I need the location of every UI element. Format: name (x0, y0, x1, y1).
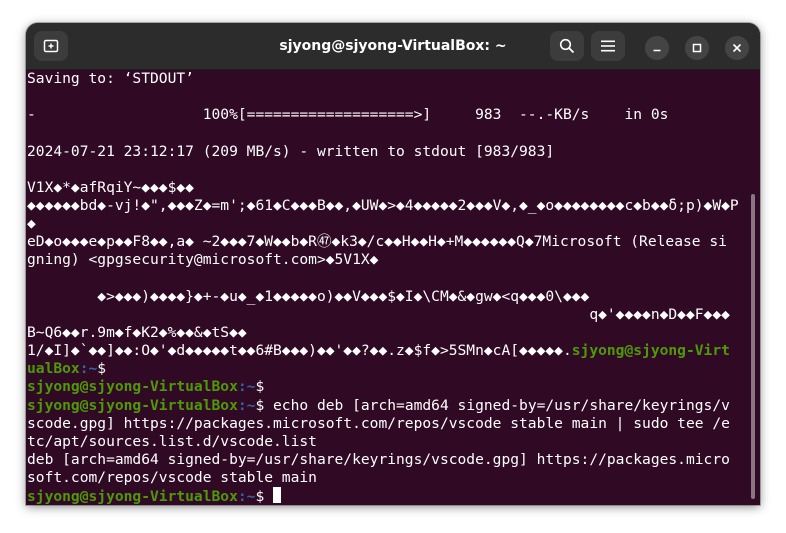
prompt-user-host: sjyong@sjyong-VirtualBox (27, 378, 238, 396)
line-text: ◆>◆◆◆)◆◆◆◆}◆+-◆u◆_◆1◆◆◆◆◆o)◆◆V◆◆◆$◆I◆\CM… (27, 287, 590, 305)
line-text: $ (97, 360, 107, 378)
terminal-line: gning) <gpgsecurity@microsoft.com>◆5V1X◆ (27, 251, 749, 269)
new-tab-button[interactable] (34, 31, 68, 61)
terminal-line: ualBox:~$ (27, 360, 749, 378)
terminal-line: B~Q6◆◆r.9m◆f◆K2◆%◆◆&◆tS◆◆ (27, 324, 749, 342)
new-tab-icon (43, 39, 59, 53)
terminal-line: V1X◆*◆afRqiY~◆◆◆$◆◆ (27, 179, 749, 197)
terminal-line: scode.gpg] https://packages.microsoft.co… (27, 415, 749, 433)
terminal-line: sjyong@sjyong-VirtualBox:~$ (27, 378, 749, 396)
terminal-line: tc/apt/sources.list.d/vscode.list (27, 433, 749, 451)
hamburger-menu-icon (601, 40, 615, 52)
terminal-line: - 100%[===================>] 983 --.-KB/… (27, 106, 749, 124)
line-text: $ (255, 488, 274, 505)
prompt-path: :~ (79, 360, 98, 378)
maximize-icon (692, 43, 702, 53)
prompt-path: :~ (237, 378, 256, 396)
terminal-line: 1/◆I]◆`◆◆]◆◆:O◆'◆d◆◆◆◆◆t◆◆6#B◆◆◆)◆◆'◆◆?◆… (27, 342, 749, 360)
line-text: Saving to: ‘STDOUT’ (27, 70, 194, 87)
prompt-user-host: sjyong@sjyong-VirtualBox (27, 396, 238, 414)
text-cursor (273, 487, 282, 504)
line-text: soft.com/repos/vscode stable main (27, 469, 317, 487)
line-text: $ echo deb [arch=amd64 signed-by=/usr/sh… (255, 396, 730, 414)
terminal-window: sjyong@sjyong-VirtualBox: ~ Saving to: ‘… (26, 23, 760, 505)
minimize-icon (653, 49, 661, 52)
line-text: 1/◆I]◆`◆◆]◆◆:O◆'◆d◆◆◆◆◆t◆◆6#B◆◆◆)◆◆'◆◆?◆… (27, 342, 572, 360)
prompt-path: :~ (237, 396, 256, 414)
line-text: tc/apt/sources.list.d/vscode.list (27, 432, 317, 450)
line-text: V1X◆*◆afRqiY~◆◆◆$◆◆ (27, 178, 194, 196)
terminal-line: eD◆o◆◆◆e◆p◆◆F8◆◆,a◆ ~2◆◆◆7◆W◆◆b◆R㊼◆k3◆/c… (27, 233, 749, 251)
terminal-line: sjyong@sjyong-VirtualBox:~$ echo deb [ar… (27, 397, 749, 415)
terminal-line: 2024-07-21 23:12:17 (209 MB/s) - written… (27, 143, 749, 161)
menu-button[interactable] (591, 31, 625, 61)
scrollbar[interactable] (751, 194, 755, 499)
window-title: sjyong@sjyong-VirtualBox: ~ (279, 38, 507, 54)
line-text: gning) <gpgsecurity@microsoft.com>◆5V1X◆ (27, 251, 379, 269)
line-text: deb [arch=amd64 signed-by=/usr/share/key… (27, 450, 730, 468)
terminal-line: ◆>◆◆◆)◆◆◆◆}◆+-◆u◆_◆1◆◆◆◆◆o)◆◆V◆◆◆$◆I◆\CM… (27, 288, 749, 306)
prompt-user-host: ualBox (27, 360, 80, 378)
terminal-lines: Saving to: ‘STDOUT’ - 100%[==============… (27, 70, 749, 505)
search-icon (559, 38, 575, 54)
maximize-button[interactable] (685, 36, 709, 60)
terminal-line: ◆◆◆◆◆◆bd◆-vj!◆",◆◆◆Z◆=m';◆61◆C◆◆◆B◆◆,◆UW… (27, 197, 749, 215)
terminal-line: soft.com/repos/vscode stable main (27, 469, 749, 487)
close-button[interactable] (725, 36, 749, 60)
prompt-path: :~ (237, 488, 256, 505)
terminal-line: ◆ (27, 215, 749, 233)
terminal-line: deb [arch=amd64 signed-by=/usr/share/key… (27, 451, 749, 469)
terminal-line: sjyong@sjyong-VirtualBox:~$ (27, 487, 749, 505)
line-text: scode.gpg] https://packages.microsoft.co… (27, 414, 730, 432)
line-text: - 100%[===================>] 983 --.-KB/… (27, 106, 669, 124)
search-button[interactable] (550, 31, 584, 61)
line-text: 2024-07-21 23:12:17 (209 MB/s) - written… (27, 142, 555, 160)
line-text: ◆◆◆◆◆◆bd◆-vj!◆",◆◆◆Z◆=m';◆61◆C◆◆◆B◆◆,◆UW… (27, 196, 739, 214)
title-bar[interactable]: sjyong@sjyong-VirtualBox: ~ (26, 23, 760, 70)
close-icon (732, 43, 742, 53)
line-text: $ (255, 378, 265, 396)
terminal-line: q◆'◆◆◆◆n◆D◆◆F◆◆◆ (27, 306, 749, 324)
prompt-user-host: sjyong@sjyong-VirtualBox (27, 488, 238, 505)
line-text: q◆'◆◆◆◆n◆D◆◆F◆◆◆ (27, 305, 730, 323)
terminal-line: Saving to: ‘STDOUT’ (27, 70, 749, 88)
minimize-button[interactable] (645, 36, 669, 60)
line-text: eD◆o◆◆◆e◆p◆◆F8◆◆,a◆ ~2◆◆◆7◆W◆◆b◆R㊼◆k3◆/c… (27, 233, 727, 251)
prompt-user-host: sjyong@sjyong-Virt (571, 342, 730, 360)
line-text: B~Q6◆◆r.9m◆f◆K2◆%◆◆&◆tS◆◆ (27, 323, 247, 341)
terminal-output[interactable]: Saving to: ‘STDOUT’ - 100%[==============… (26, 70, 760, 505)
line-text: ◆ (27, 215, 36, 233)
